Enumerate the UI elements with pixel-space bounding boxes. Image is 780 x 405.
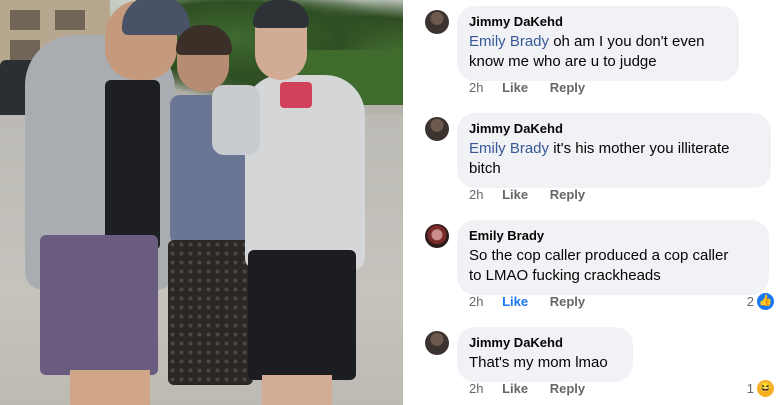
like-reaction-icon: 👍 [757, 293, 774, 311]
mention-link[interactable]: Emily Brady [469, 140, 549, 157]
comment-meta: 2h Like Reply [469, 80, 585, 96]
person-right-legs [262, 375, 332, 405]
comment-text-line: So the cop caller produced a cop caller [469, 247, 729, 264]
reply-button[interactable]: Reply [550, 294, 585, 310]
person-right-collar [280, 82, 312, 108]
comment-author[interactable]: Emily Brady [469, 228, 757, 244]
avatar[interactable] [425, 117, 449, 141]
reaction-count: 1 [746, 380, 754, 396]
comment-bubble: Jimmy DaKehd Emily Brady oh am I you don… [457, 6, 739, 81]
comment-thread: Jimmy DaKehd Emily Brady oh am I you don… [403, 0, 780, 405]
comment-text-line: That's my mom lmao [469, 354, 608, 371]
like-button[interactable]: Like [502, 187, 528, 203]
reply-button[interactable]: Reply [550, 80, 585, 96]
comment-bubble: Jimmy DaKehd Emily Brady it's his mother… [457, 113, 771, 188]
family-photo [0, 0, 403, 405]
like-button[interactable]: Like [502, 381, 528, 397]
mention-link[interactable]: Emily Brady [469, 33, 549, 50]
comment-time[interactable]: 2h [469, 187, 483, 203]
reply-button[interactable]: Reply [550, 381, 585, 397]
comment-author[interactable]: Jimmy DaKehd [469, 121, 759, 137]
avatar[interactable] [425, 10, 449, 34]
reaction-count: 2 [746, 293, 754, 309]
haha-reaction-icon: 😆 [757, 380, 774, 398]
comment-text: That's my mom lmao [469, 353, 621, 373]
comment-time[interactable]: 2h [469, 80, 483, 96]
comment-author[interactable]: Jimmy DaKehd [469, 335, 621, 351]
person-left-shorts [40, 235, 158, 375]
avatar[interactable] [425, 331, 449, 355]
person-right-shorts [248, 250, 356, 380]
person-left-arm [212, 85, 260, 155]
comment-meta: 2h Like Reply [469, 381, 585, 397]
comment-text: Emily Brady it's his mother you illitera… [469, 139, 759, 179]
comment-meta: 2h Like Reply [469, 294, 585, 310]
person-left-shirt [105, 80, 160, 250]
reaction-summary[interactable]: 2 👍 [746, 292, 774, 311]
comment-time[interactable]: 2h [469, 294, 483, 310]
avatar[interactable] [425, 224, 449, 248]
comment-text-line: to LMAO fucking crackheads [469, 267, 661, 284]
person-left-cap [122, 0, 190, 35]
comment-text-line: bitch [469, 160, 501, 177]
like-button[interactable]: Like [502, 294, 528, 310]
comment-text-line: it's his mother you illiterate [553, 140, 730, 157]
person-left-legs [70, 370, 150, 405]
comment-text-line: know me who are u to judge [469, 53, 657, 70]
comment-meta: 2h Like Reply [469, 187, 585, 203]
reaction-summary[interactable]: 1 😆 [746, 379, 774, 398]
like-button[interactable]: Like [502, 80, 528, 96]
comment-text: So the cop caller produced a cop caller … [469, 246, 757, 286]
comment-time[interactable]: 2h [469, 381, 483, 397]
comment-bubble: Jimmy DaKehd That's my mom lmao [457, 327, 633, 382]
person-middle-pants [168, 240, 253, 385]
comment-text: Emily Brady oh am I you don't even know … [469, 32, 727, 72]
reply-button[interactable]: Reply [550, 187, 585, 203]
comment-bubble: Emily Brady So the cop caller produced a… [457, 220, 769, 295]
comment-author[interactable]: Jimmy DaKehd [469, 14, 727, 30]
comment-text-line: oh am I you don't even [553, 33, 705, 50]
